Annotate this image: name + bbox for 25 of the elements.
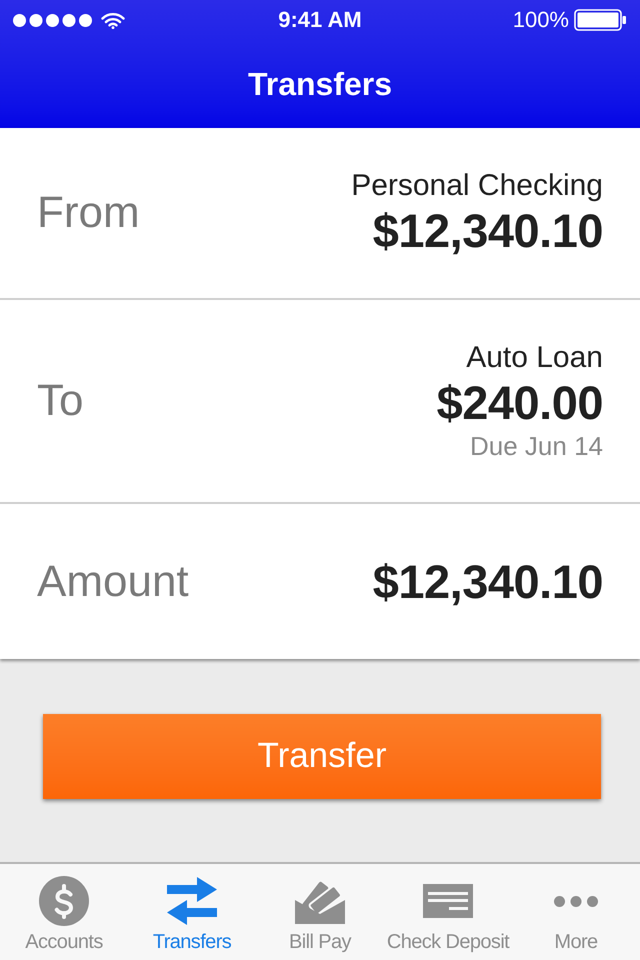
dollar-circle-icon xyxy=(39,876,89,926)
screen-title: Transfers xyxy=(248,68,392,100)
battery-icon xyxy=(574,9,627,31)
due-date: Due Jun 14 xyxy=(470,430,603,462)
account-name: Auto Loan xyxy=(466,340,603,376)
amount-value: $240.00 xyxy=(436,376,603,430)
field-label: Amount xyxy=(37,560,189,604)
status-time: 9:41 AM xyxy=(278,9,362,31)
tab-item[interactable]: More xyxy=(512,864,640,960)
transfer-button[interactable]: Transfer xyxy=(43,714,601,799)
wifi-icon xyxy=(101,12,125,28)
field-label: To xyxy=(37,379,84,423)
tab-item[interactable]: Bill Pay xyxy=(256,864,384,960)
swap-arrows-icon xyxy=(167,877,217,925)
cheque-icon xyxy=(423,884,473,918)
tab-item[interactable]: Check Deposit xyxy=(384,864,512,960)
signal-strength-icon xyxy=(13,14,92,26)
tab-item[interactable]: Transfers xyxy=(128,864,256,960)
tab-item[interactable]: Accounts xyxy=(0,864,128,960)
amount-value: $12,340.10 xyxy=(372,204,603,258)
account-name: Personal Checking xyxy=(351,168,603,204)
battery-percent: 100% xyxy=(512,9,569,31)
amount-value: $12,340.10 xyxy=(372,554,603,608)
more-icon xyxy=(554,896,598,906)
field-label: From xyxy=(37,191,140,235)
